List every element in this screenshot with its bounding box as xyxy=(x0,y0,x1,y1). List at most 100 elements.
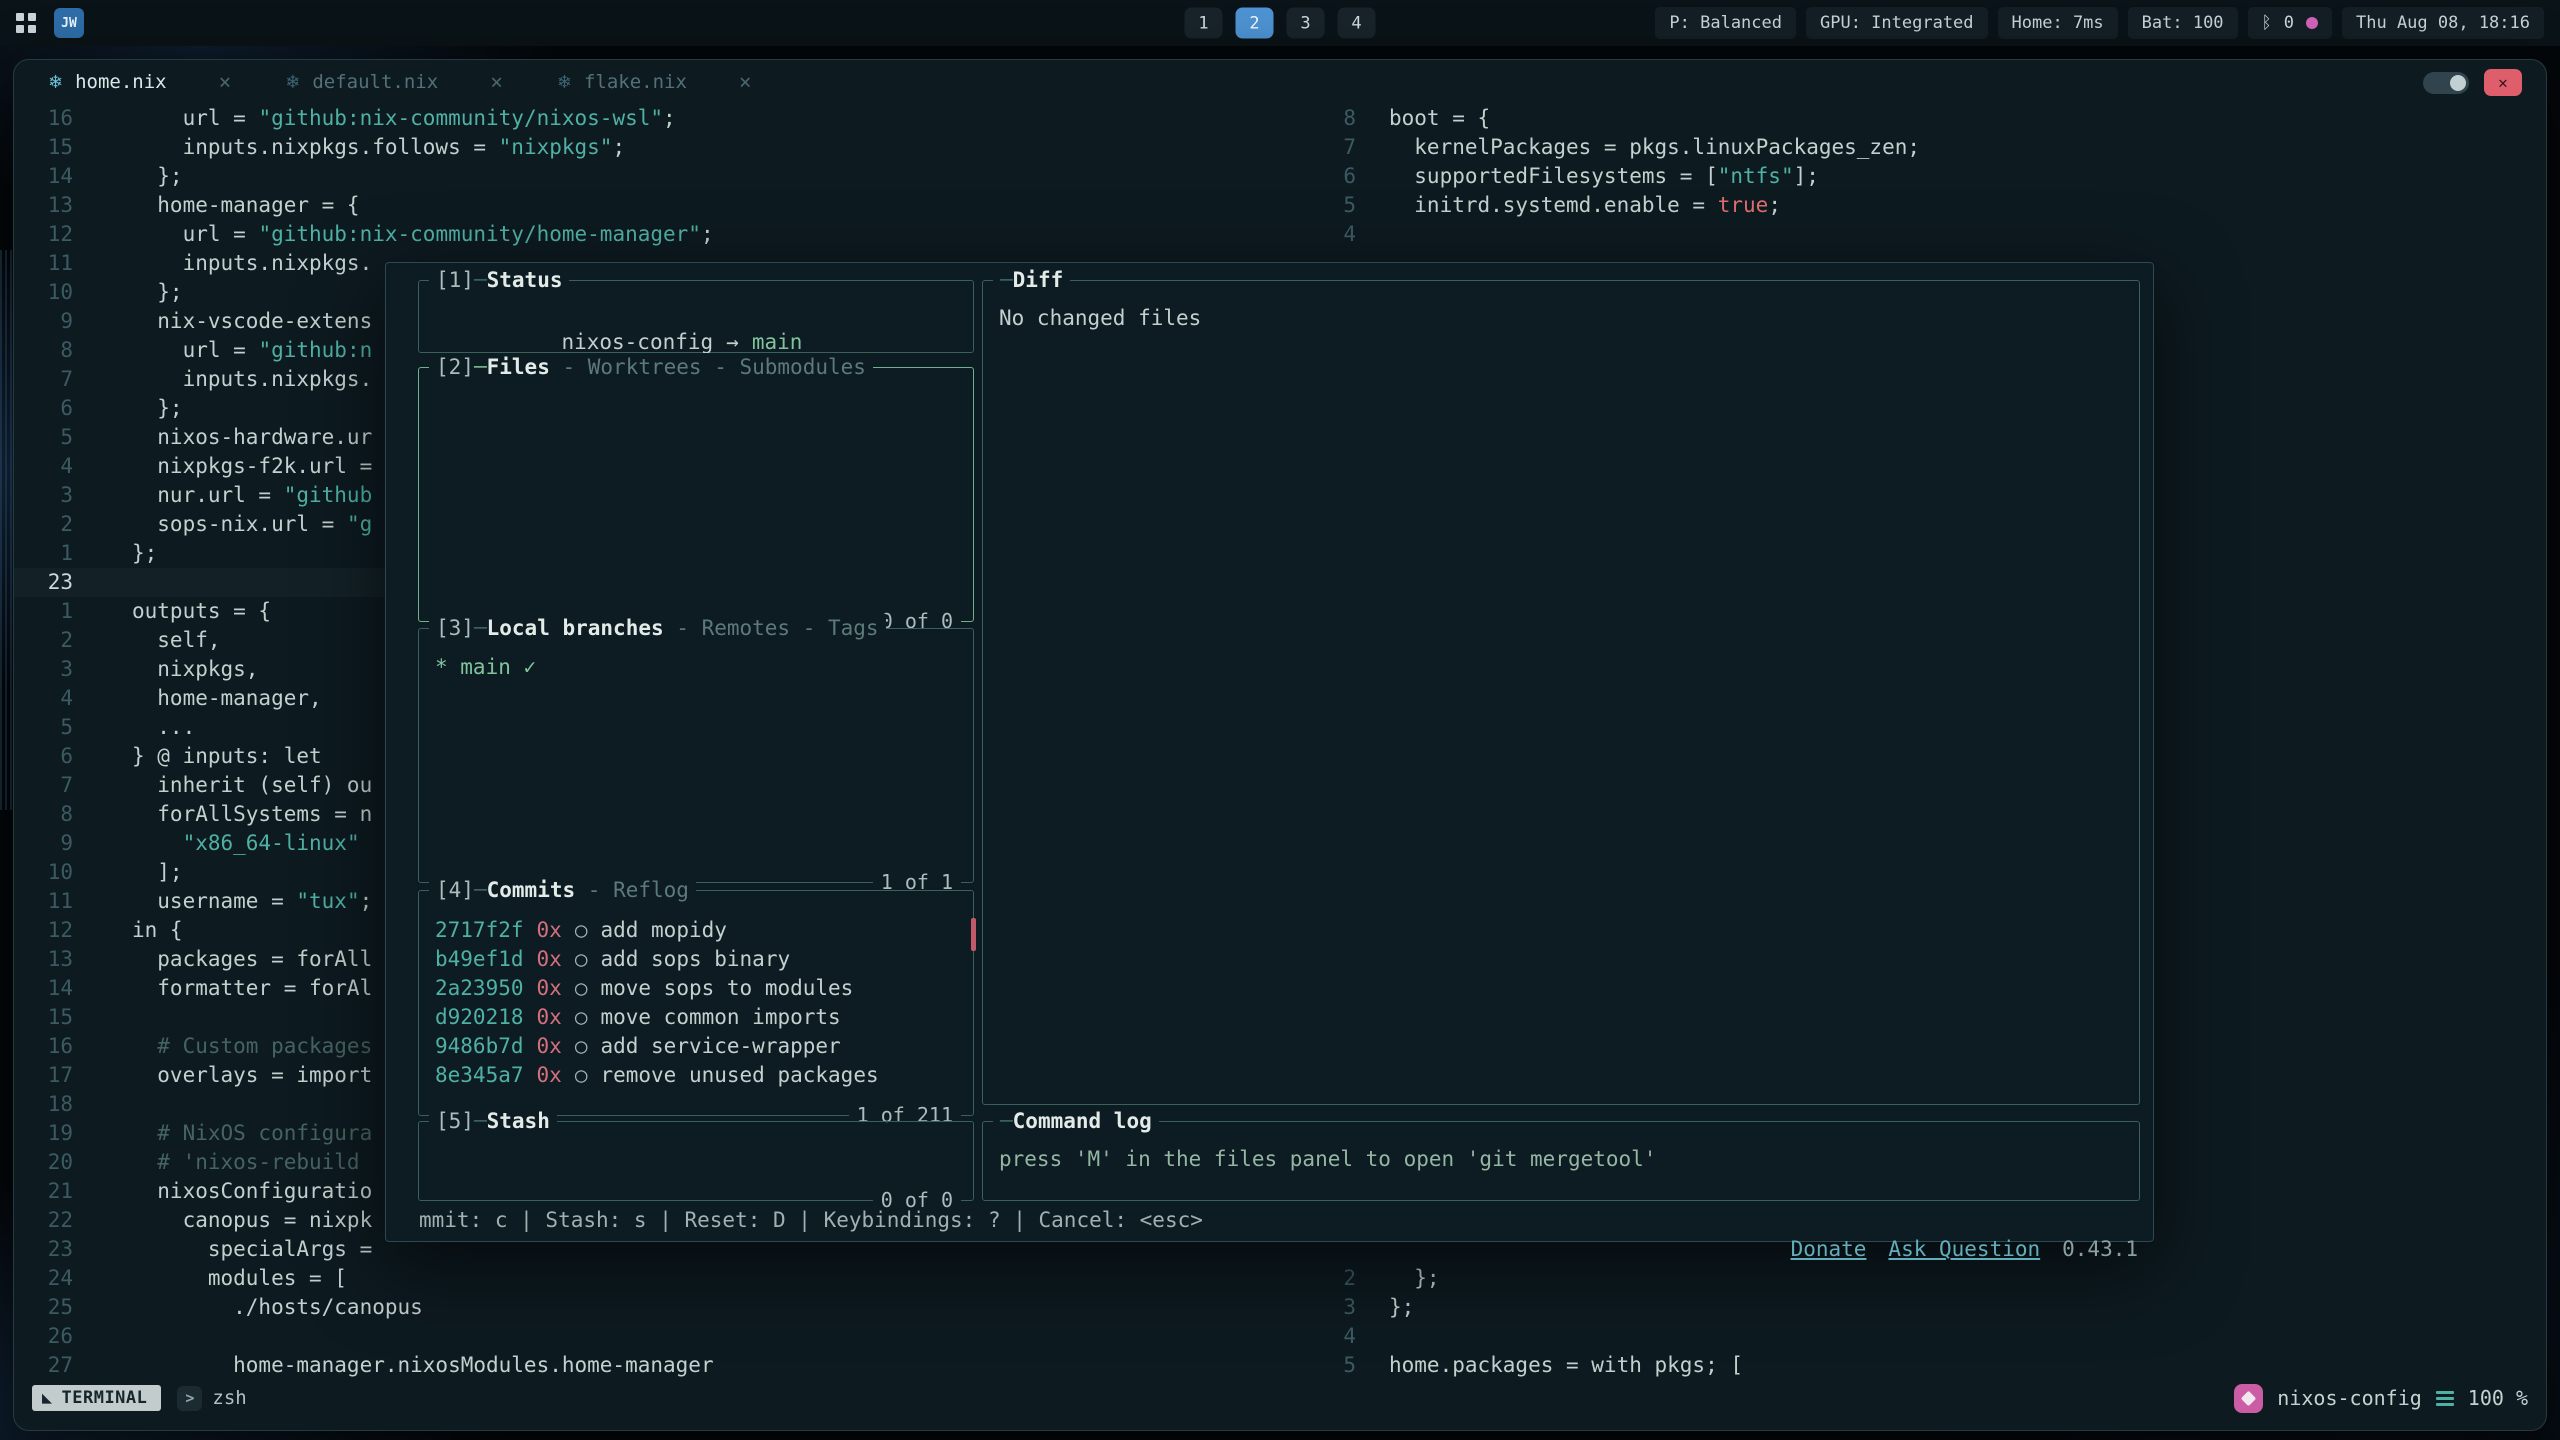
tabbar-tabs: ❄home.nix×❄default.nix×❄flake.nix× xyxy=(48,70,806,94)
commit-graph-node-icon: ○ xyxy=(575,945,588,974)
nix-snowflake-icon: ❄ xyxy=(48,72,63,93)
system-tray[interactable]: ᛒ 0 xyxy=(2248,7,2332,39)
repo-icon[interactable] xyxy=(2234,1384,2263,1413)
branch-row[interactable]: * main ✓ xyxy=(435,655,536,679)
commit-row[interactable]: 2a239500x○move sops to modules xyxy=(435,974,957,1003)
editor-area: 16 url = "github:nix-community/nixos-wsl… xyxy=(14,104,2546,1430)
tab-home.nix[interactable]: ❄home.nix× xyxy=(48,70,231,94)
line-number: 3 xyxy=(14,655,73,684)
commit-row[interactable]: 9486b7d0x○add service-wrapper xyxy=(435,1032,957,1061)
tab-flake.nix[interactable]: ❄flake.nix× xyxy=(557,70,752,94)
line-number: 3 xyxy=(14,481,73,510)
lazygit-panel-status[interactable]: [1]─Status nixos-config→main xyxy=(418,280,974,353)
code-line: 13 home-manager = { xyxy=(14,191,1324,220)
line-number: 1 xyxy=(14,539,73,568)
commit-list: 2717f2f0x○add mopidyb49ef1d0x○add sops b… xyxy=(419,891,973,1090)
lazygit-panel-command-log[interactable]: ─Command log press 'M' in the files pane… xyxy=(982,1121,2140,1201)
workspace-button-3[interactable]: 3 xyxy=(1287,8,1325,39)
tab-close-icon[interactable]: × xyxy=(739,70,752,94)
repo-name: nixos-config xyxy=(2277,1386,2422,1410)
line-number: 25 xyxy=(14,1293,73,1322)
code-line: 4 xyxy=(1314,220,2538,249)
terminal-mode-badge[interactable]: ◣TERMINAL xyxy=(32,1385,161,1411)
lazygit-panel-branches[interactable]: [3]─Local branches - Remotes - Tags * ma… xyxy=(418,628,974,883)
commit-message: add sops binary xyxy=(600,945,790,974)
toggle-knob xyxy=(2450,75,2466,91)
topbar-segments: P: Balanced GPU: Integrated Home: 7ms Bat: … xyxy=(1655,7,2237,39)
shell-tab[interactable]: >zsh xyxy=(177,1386,246,1411)
line-number: 10 xyxy=(14,858,73,887)
topbar-module[interactable]: GPU: Integrated xyxy=(1806,7,1988,39)
lazygit-panel-files[interactable]: [2]─Files - Worktrees - Submodules 0 of … xyxy=(418,367,974,622)
topbar-right: P: Balanced GPU: Integrated Home: 7ms Bat: … xyxy=(1655,7,2544,39)
line-number: 1 xyxy=(14,597,73,626)
lazygit-panel-stash[interactable]: [5]─Stash 0 of 0 xyxy=(418,1121,974,1201)
tab-close-icon[interactable]: × xyxy=(219,70,232,94)
line-number: 7 xyxy=(1314,133,1356,162)
commits-scrollbar[interactable] xyxy=(971,918,976,951)
tab-bar: ❄home.nix×❄default.nix×❄flake.nix× xyxy=(14,60,2546,104)
clock[interactable]: Thu Aug 08, 18:16 xyxy=(2342,7,2544,39)
workspace-button-2[interactable]: 2 xyxy=(1236,8,1274,39)
bluetooth-icon[interactable]: ᛒ xyxy=(2262,13,2272,33)
code-line: 25 ./hosts/canopus xyxy=(14,1293,1324,1322)
line-number: 20 xyxy=(14,1148,73,1177)
code-line: 8boot = { xyxy=(1314,104,2538,133)
code-line: 3}; xyxy=(1314,1293,2538,1322)
panel-title: [3]─Local branches - Remotes - Tags xyxy=(429,614,886,643)
donate-link[interactable]: Donate xyxy=(1791,1237,1867,1261)
code-line: 6 supportedFilesystems = ["ntfs"]; xyxy=(1314,162,2538,191)
topbar-module[interactable]: P: Balanced xyxy=(1655,7,1796,39)
app-badge[interactable]: JW xyxy=(54,8,84,38)
workspace-button-1[interactable]: 1 xyxy=(1185,8,1223,39)
commit-message: add service-wrapper xyxy=(600,1032,840,1061)
window-close-button[interactable]: ✕ xyxy=(2484,69,2522,96)
commit-author: 0x xyxy=(537,916,562,945)
editor-pane-right-top[interactable]: 8boot = {7 kernelPackages = pkgs.linuxPa… xyxy=(1314,104,2538,249)
code-line: 7 kernelPackages = pkgs.linuxPackages_ze… xyxy=(1314,133,2538,162)
commit-message: move common imports xyxy=(600,1003,840,1032)
line-number: 4 xyxy=(14,452,73,481)
panel-title: [5]─Stash xyxy=(429,1107,557,1136)
commit-author: 0x xyxy=(537,945,562,974)
commit-row[interactable]: b49ef1d0x○add sops binary xyxy=(435,945,957,974)
line-number: 13 xyxy=(14,191,73,220)
commit-graph-node-icon: ○ xyxy=(575,1003,588,1032)
commit-message: remove unused packages xyxy=(600,1061,878,1090)
code-line: 26 xyxy=(14,1322,1324,1351)
workspace-button-4[interactable]: 4 xyxy=(1338,8,1376,39)
commit-message: move sops to modules xyxy=(600,974,853,1003)
commit-row[interactable]: d9202180x○move common imports xyxy=(435,1003,957,1032)
app-launcher-icon[interactable] xyxy=(16,13,36,33)
line-number: 5 xyxy=(1314,191,1356,220)
lazygit-version: 0.43.1 xyxy=(2062,1237,2138,1261)
commit-hash: 2717f2f xyxy=(435,916,524,945)
tab-default.nix[interactable]: ❄default.nix× xyxy=(285,70,503,94)
panel-title: ─Command log xyxy=(993,1107,1159,1136)
line-number: 5 xyxy=(1314,1351,1356,1380)
lazygit-options-bar: mmit: c | Stash: s | Reset: D | Keybindi… xyxy=(419,1206,2138,1293)
line-number: 16 xyxy=(14,1032,73,1061)
topbar-module[interactable]: Home: 7ms xyxy=(1998,7,2118,39)
lazygit-panel-diff[interactable]: ─Diff No changed files xyxy=(982,280,2140,1105)
ask-question-link[interactable]: Ask Question xyxy=(1888,1237,2040,1261)
line-number: 11 xyxy=(14,887,73,916)
commit-row[interactable]: 8e345a70x○remove unused packages xyxy=(435,1061,957,1090)
line-number: 19 xyxy=(14,1119,73,1148)
line-number: 8 xyxy=(1314,104,1356,133)
panel-title: [2]─Files - Worktrees - Submodules xyxy=(429,353,873,382)
panel-title: ─Diff xyxy=(993,266,1070,295)
panel-title: [1]─Status xyxy=(429,266,569,295)
wallpaper-texture xyxy=(0,250,13,810)
topbar-module[interactable]: Bat: 100 xyxy=(2128,7,2238,39)
line-number: 12 xyxy=(14,220,73,249)
layout-toggle[interactable] xyxy=(2423,72,2469,94)
line-number: 24 xyxy=(14,1264,73,1293)
arrow-icon: → xyxy=(726,330,739,354)
code-line: 27 home-manager.nixosModules.home-manage… xyxy=(14,1351,1324,1380)
lazygit-panel-commits[interactable]: [4]─Commits - Reflog 2717f2f0x○add mopid… xyxy=(418,890,974,1116)
tab-close-icon[interactable]: × xyxy=(490,70,503,94)
line-number: 3 xyxy=(1314,1293,1356,1322)
commit-row[interactable]: 2717f2f0x○add mopidy xyxy=(435,916,957,945)
tab-label: default.nix xyxy=(312,71,438,93)
